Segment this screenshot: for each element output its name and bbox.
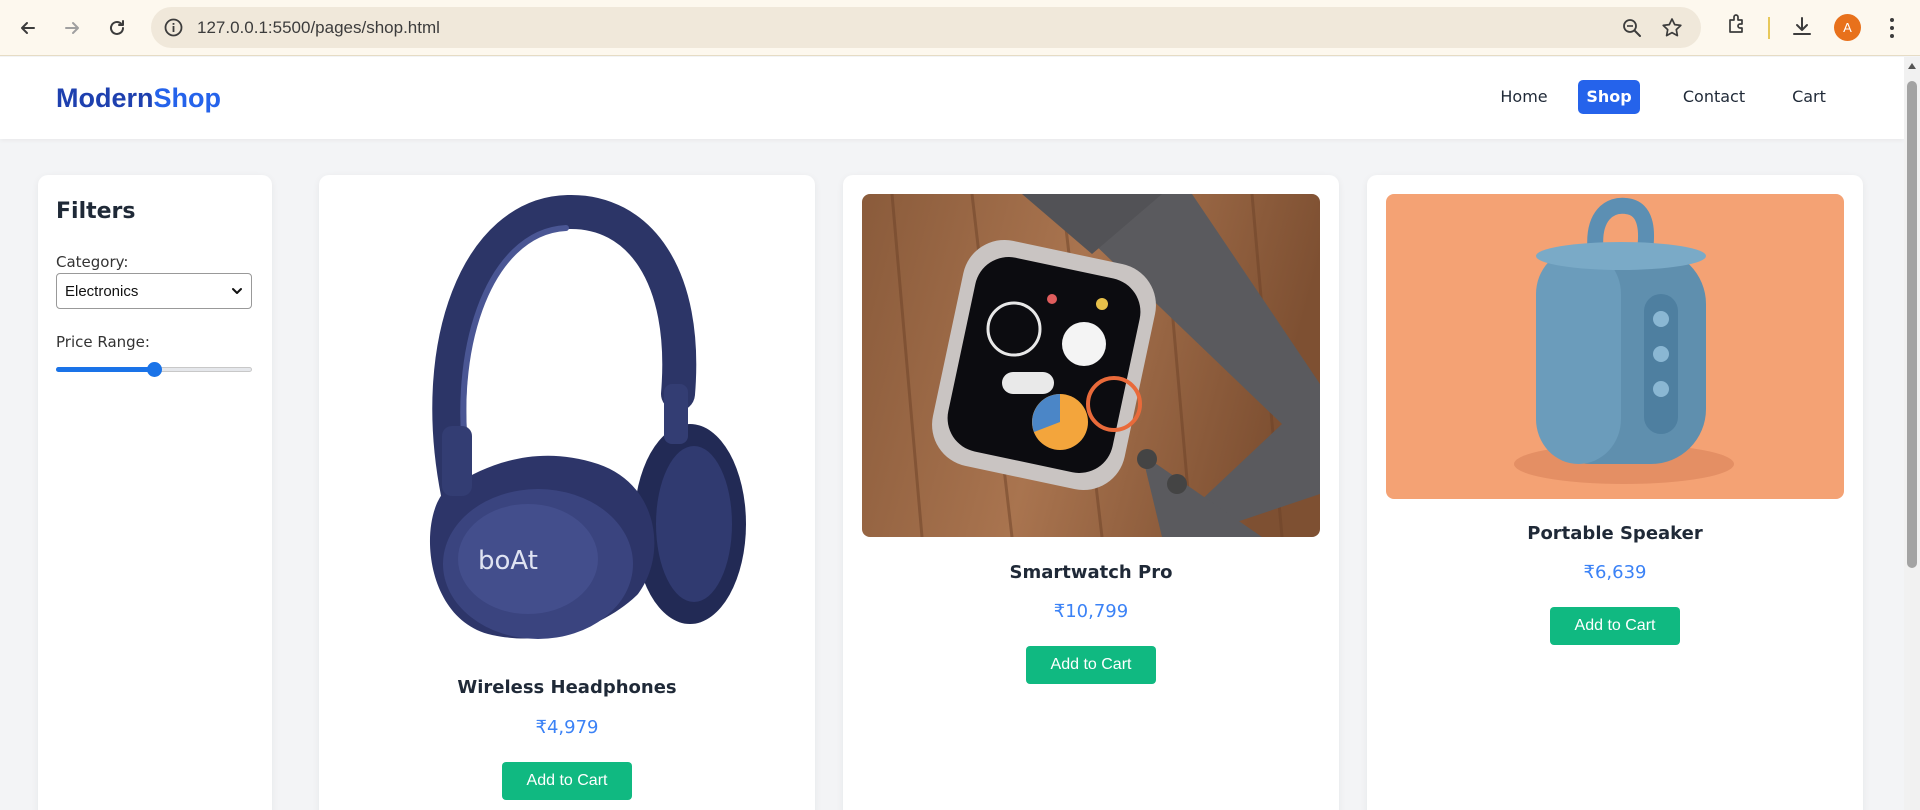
product-price: ₹6,639	[1583, 562, 1647, 583]
product-price: ₹4,979	[535, 717, 599, 738]
price-range-label: Price Range:	[56, 333, 150, 351]
zoom-icon[interactable]	[1621, 17, 1643, 39]
nav-home[interactable]: Home	[1494, 80, 1554, 114]
menu-dots-icon[interactable]	[1884, 15, 1900, 41]
download-icon[interactable]	[1790, 15, 1814, 39]
category-select[interactable]: Electronics	[56, 273, 252, 309]
nav-shop[interactable]: Shop	[1578, 80, 1640, 114]
back-arrow-icon	[21, 22, 35, 34]
product-name[interactable]: Smartwatch Pro	[843, 562, 1339, 583]
product-price: ₹10,799	[1053, 601, 1129, 622]
nav-cart[interactable]: Cart	[1784, 80, 1834, 114]
scroll-thumb[interactable]	[1907, 81, 1917, 568]
profile-avatar[interactable]: A	[1834, 14, 1861, 41]
reload-icon	[110, 20, 124, 35]
category-select-value: Electronics	[65, 282, 139, 300]
toolbar-divider	[1768, 17, 1770, 39]
page-scrollbar[interactable]	[1904, 57, 1920, 810]
product-card: boAt Wireless Headphones ₹4,979 Add to C…	[319, 175, 815, 810]
category-label: Category:	[56, 253, 129, 271]
add-to-cart-button[interactable]: Add to Cart	[1550, 607, 1680, 645]
bookmark-star-icon[interactable]	[1660, 16, 1684, 40]
add-to-cart-button[interactable]: Add to Cart	[1026, 646, 1156, 684]
reload-button[interactable]	[102, 13, 132, 43]
scroll-up-arrow-icon[interactable]	[1908, 63, 1916, 69]
filters-panel: Filters Category: Electronics Price Rang…	[38, 175, 272, 810]
filters-title: Filters	[56, 199, 136, 224]
logo[interactable]: ModernShop	[56, 83, 221, 114]
headphones-image: boAt	[338, 194, 796, 646]
extensions-icon[interactable]	[1725, 12, 1749, 36]
back-button[interactable]	[13, 13, 43, 43]
product-card: Portable Speaker ₹6,639 Add to Cart	[1367, 175, 1863, 810]
smartwatch-image	[862, 194, 1320, 537]
product-card: Smartwatch Pro ₹10,799 Add to Cart	[843, 175, 1339, 810]
svg-text:boAt: boAt	[478, 546, 538, 576]
browser-toolbar: 127.0.0.1:5500/pages/shop.html A	[0, 0, 1920, 56]
site-header: ModernShop Home Shop Contact Cart	[0, 57, 1904, 139]
forward-button[interactable]	[57, 13, 87, 43]
product-name[interactable]: Portable Speaker	[1367, 523, 1863, 544]
slider-thumb[interactable]	[146, 362, 162, 377]
site-info-icon[interactable]	[163, 17, 184, 38]
forward-arrow-icon	[65, 22, 79, 34]
add-to-cart-button[interactable]: Add to Cart	[502, 762, 632, 800]
logo-shop: Shop	[153, 83, 222, 113]
url-text[interactable]: 127.0.0.1:5500/pages/shop.html	[197, 18, 440, 38]
address-bar[interactable]: 127.0.0.1:5500/pages/shop.html	[151, 7, 1701, 48]
chevron-down-icon	[232, 288, 242, 294]
price-range-slider[interactable]	[56, 361, 252, 377]
product-name[interactable]: Wireless Headphones	[319, 677, 815, 698]
logo-modern: Modern	[56, 83, 154, 113]
nav-contact[interactable]: Contact	[1674, 80, 1754, 114]
slider-fill	[56, 367, 154, 372]
speaker-image	[1386, 194, 1844, 499]
